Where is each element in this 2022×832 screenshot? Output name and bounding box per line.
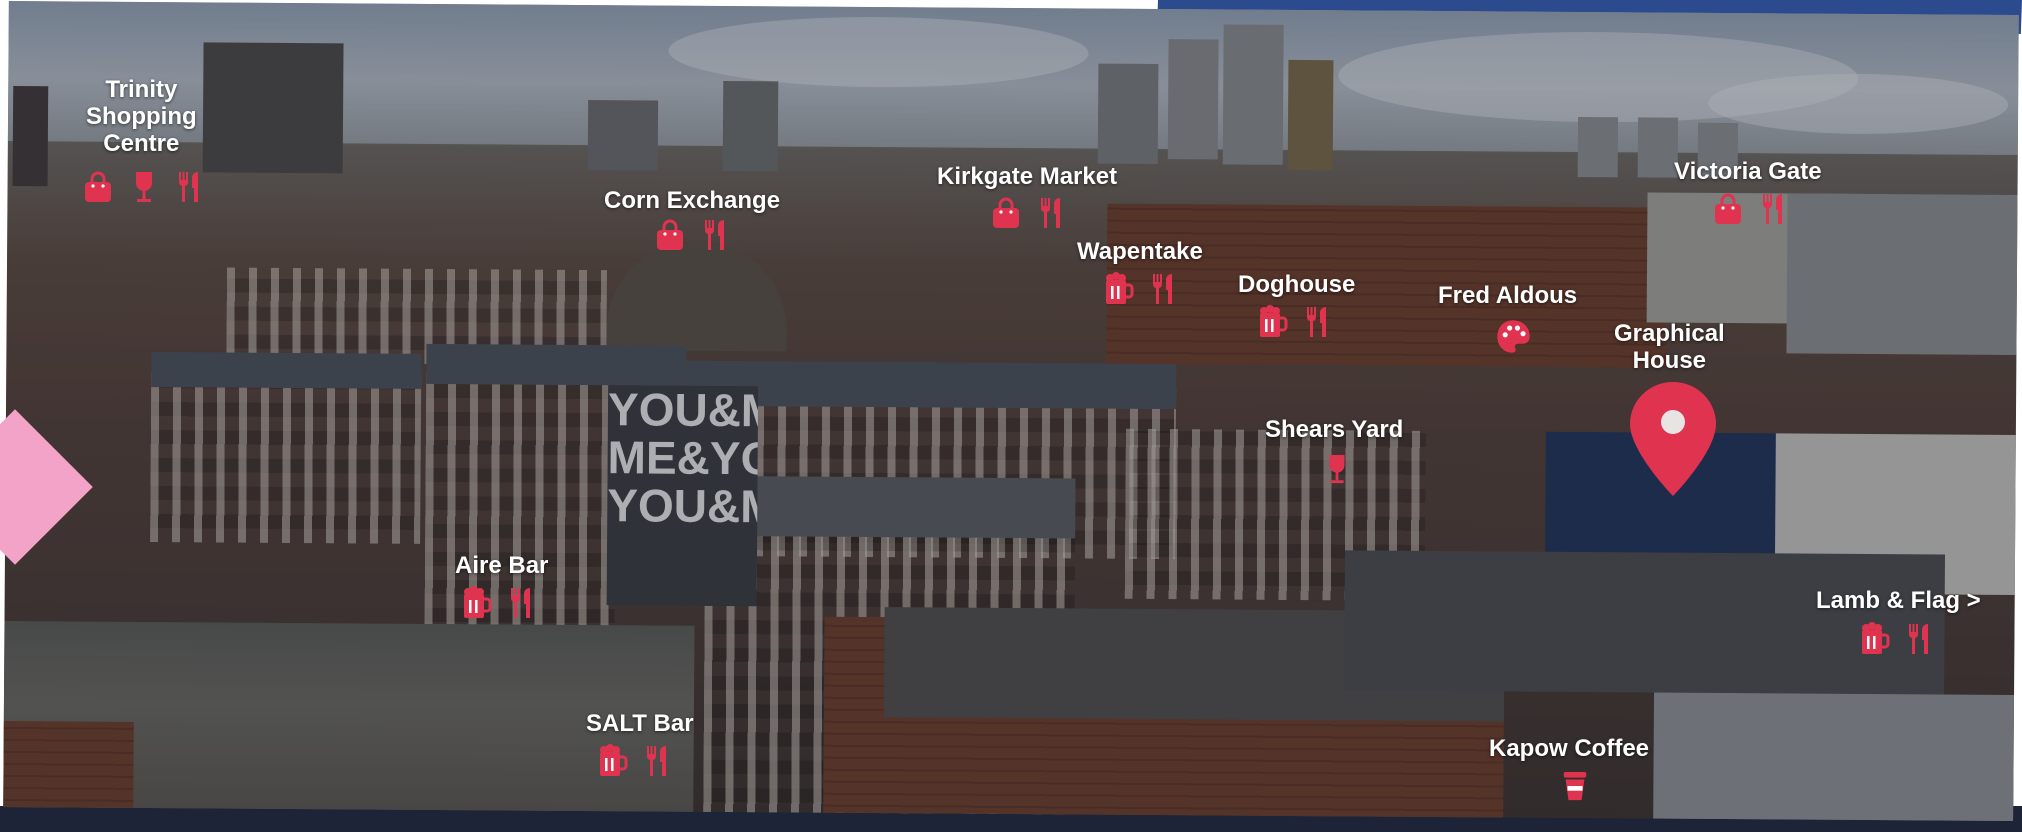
place-label-doghouse[interactable]: Doghouse [1238,271,1355,298]
place-label-trinity[interactable]: Trinity Shopping Centre [86,76,197,157]
label-line: Centre [103,130,180,157]
place-label-kapow[interactable]: Kapow Coffee [1489,735,1649,762]
cutlery-icon [700,218,732,252]
place-label-corn-exchange[interactable]: Corn Exchange [604,187,780,214]
place-icons-salt-bar [596,744,674,778]
label-line: Shopping [86,103,197,130]
label-line: Fred Aldous [1438,282,1578,309]
label-line: Aire Bar [455,552,549,579]
place-icons-kirkgate [990,196,1068,230]
label-line: House [1632,347,1707,374]
place-icons-trinity [82,170,206,204]
label-line: Shears Yard [1265,416,1404,443]
wine-glass-icon [1322,450,1352,488]
place-label-aire-bar[interactable]: Aire Bar [455,552,548,579]
place-label-salt-bar[interactable]: SALT Bar [586,710,694,737]
cutlery-icon [506,586,538,620]
place-icons-fred-aldous [1494,318,1532,356]
beer-mug-icon [1256,305,1288,339]
label-line: Kapow Coffee [1489,735,1650,762]
label-line: Doghouse [1238,271,1356,298]
place-label-victoria-gate[interactable]: Victoria Gate [1674,158,1822,185]
cutlery-icon [174,170,206,204]
coffee-cup-icon [1560,768,1590,804]
place-label-graphical-house[interactable]: Graphical House [1614,320,1725,374]
place-icons-shears-yard [1322,450,1352,488]
place-label-kirkgate[interactable]: Kirkgate Market [937,163,1117,190]
palette-icon [1494,318,1532,356]
place-icons-victoria-gate [1712,192,1790,226]
cutlery-icon [1904,622,1936,656]
place-label-wapentake[interactable]: Wapentake [1077,238,1203,265]
place-icons-aire-bar [460,586,538,620]
label-line: Graphical [1614,320,1725,347]
shopping-bag-icon [990,196,1022,230]
location-pin-icon[interactable] [1628,380,1718,498]
label-line: SALT Bar [586,710,694,737]
beer-mug-icon [1102,272,1134,306]
label-line: Victoria Gate [1674,158,1822,185]
cutlery-icon [1302,305,1334,339]
place-icons-lamb-flag [1858,622,1936,656]
label-line: Kirkgate Market [937,163,1118,190]
place-icons-wapentake [1102,272,1180,306]
shopping-bag-icon [654,218,686,252]
label-line: Corn Exchange [604,187,781,214]
label-line: Wapentake [1077,238,1203,265]
cutlery-icon [642,744,674,778]
label-line: Trinity [105,76,178,103]
place-icons-kapow [1560,768,1590,804]
shopping-bag-icon [1712,192,1744,226]
wine-glass-icon [128,170,160,204]
cutlery-icon [1036,196,1068,230]
place-label-shears-yard[interactable]: Shears Yard [1265,416,1403,443]
beer-mug-icon [1858,622,1890,656]
label-line: Lamb & Flag > [1816,587,1981,614]
place-icons-corn-exchange [654,218,732,252]
cutlery-icon [1148,272,1180,306]
shopping-bag-icon [82,170,114,204]
beer-mug-icon [460,586,492,620]
place-icons-doghouse [1256,305,1334,339]
place-label-lamb-flag[interactable]: Lamb & Flag > [1816,587,1981,614]
place-label-fred-aldous[interactable]: Fred Aldous [1438,282,1577,309]
cutlery-icon [1758,192,1790,226]
beer-mug-icon [596,744,628,778]
